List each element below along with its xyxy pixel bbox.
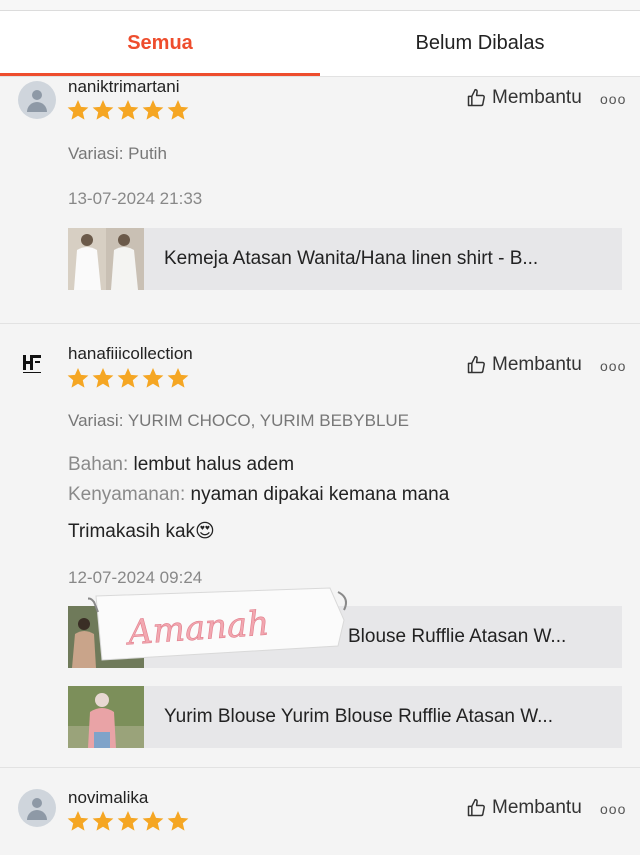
star-icon xyxy=(167,368,189,388)
tab-all[interactable]: Semua xyxy=(0,11,320,76)
helpful-button[interactable]: Membantu xyxy=(466,797,582,819)
review-tabs: Semua Belum Dibalas xyxy=(0,11,640,76)
material-value: lembut halus adem xyxy=(133,454,295,475)
star-icon xyxy=(117,368,139,388)
more-options-button[interactable]: ooo xyxy=(600,91,626,107)
product-name: Kemeja Atasan Wanita/Hana linen shirt - … xyxy=(164,248,539,269)
product-name: Blouse Rufflie Atasan W... xyxy=(348,626,567,647)
star-icon xyxy=(142,811,164,831)
review-material: Bahan: lembut halus adem xyxy=(68,454,294,476)
rating-stars xyxy=(66,809,190,833)
review-comfort: Kenyamanan: nyaman dipakai kemana mana xyxy=(68,484,449,506)
rating-stars xyxy=(66,98,190,122)
rating-stars xyxy=(66,366,190,390)
star-icon xyxy=(142,100,164,120)
review-username: novimalika xyxy=(68,788,149,807)
star-icon xyxy=(67,368,89,388)
review-username: hanafiiicollection xyxy=(68,344,193,363)
helpful-button[interactable]: Membantu xyxy=(466,354,582,376)
comment-text: Trimakasih kak xyxy=(68,521,196,542)
review-comment: Trimakasih kak😍 xyxy=(68,520,215,543)
star-icon xyxy=(117,100,139,120)
tab-unreplied[interactable]: Belum Dibalas xyxy=(320,11,640,76)
product-thumbnail xyxy=(68,228,144,290)
star-icon xyxy=(117,811,139,831)
more-options-button[interactable]: ooo xyxy=(600,801,626,817)
comfort-value: nyaman dipakai kemana mana xyxy=(190,484,450,505)
helpful-button[interactable]: Membantu xyxy=(466,87,582,109)
product-thumbnail xyxy=(68,686,144,748)
thumbs-up-icon xyxy=(467,798,485,817)
thumbs-up-icon xyxy=(467,355,485,374)
review-variation: Variasi: Putih xyxy=(68,144,167,163)
review-date: 13-07-2024 21:33 xyxy=(68,189,203,208)
review-variation: Variasi: YURIM CHOCO, YURIM BEBYBLUE xyxy=(68,411,410,430)
star-icon xyxy=(92,100,114,120)
tab-all-label: Semua xyxy=(127,32,193,54)
top-status-strip xyxy=(0,0,640,11)
amanah-sticker: Amanah xyxy=(83,586,350,666)
heart-eyes-emoji: 😍 xyxy=(195,521,215,542)
product-link[interactable]: Yurim Blouse Yurim Blouse Rufflie Atasan… xyxy=(68,686,622,748)
product-name: Yurim Blouse Yurim Blouse Rufflie Atasan… xyxy=(164,706,553,727)
helpful-label: Membantu xyxy=(492,797,582,818)
avatar[interactable] xyxy=(18,789,56,827)
star-icon xyxy=(67,811,89,831)
review-card: hanafiiicollection Membantu ooo Variasi:… xyxy=(0,324,640,767)
review-card: naniktrimartani Membantu ooo Variasi: Pu… xyxy=(0,77,640,323)
star-icon xyxy=(92,368,114,388)
star-icon xyxy=(167,100,189,120)
material-label: Bahan: xyxy=(68,454,129,475)
review-card: novimalika Membantu ooo xyxy=(0,768,640,855)
helpful-label: Membantu xyxy=(492,87,582,108)
tab-unreplied-label: Belum Dibalas xyxy=(415,32,545,54)
star-icon xyxy=(67,100,89,120)
comfort-label: Kenyamanan: xyxy=(68,484,186,505)
review-username: naniktrimartani xyxy=(68,77,180,96)
star-icon xyxy=(142,368,164,388)
more-options-button[interactable]: ooo xyxy=(600,358,626,374)
product-link[interactable]: Kemeja Atasan Wanita/Hana linen shirt - … xyxy=(68,228,622,290)
thumbs-up-icon xyxy=(467,88,485,107)
star-icon xyxy=(167,811,189,831)
avatar[interactable] xyxy=(18,81,56,119)
review-date: 12-07-2024 09:24 xyxy=(68,568,203,587)
shop-logo[interactable] xyxy=(22,352,52,376)
star-icon xyxy=(92,811,114,831)
helpful-label: Membantu xyxy=(492,354,582,375)
